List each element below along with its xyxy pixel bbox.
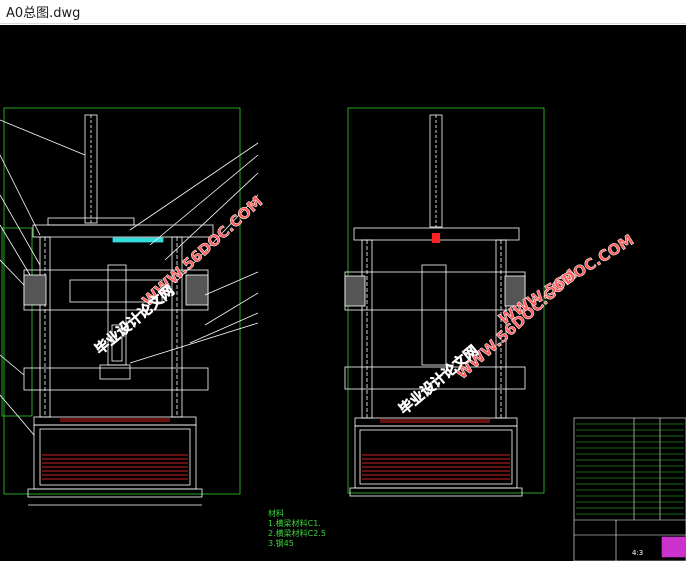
title-block (573, 417, 686, 561)
right-hatch (362, 419, 510, 480)
left-view (0, 107, 259, 506)
title-bar: A0总图.dwg (0, 0, 686, 24)
note-item-1: 1.横梁材料C1. (268, 519, 321, 528)
note-item-2: 2.横梁材料C2.5 (268, 529, 326, 538)
scale-label: 4:3 (632, 549, 643, 557)
window-title: A0总图.dwg (6, 6, 81, 21)
watermark-cn-left: 毕业设计论文网 (92, 282, 178, 358)
drawing-canvas[interactable]: 4:3 WWW.56DOC.COM 毕业设计论文网 WWW.56DOC.COM … (0, 25, 686, 561)
watermark-cn-right: 毕业设计论文网 (396, 342, 482, 418)
title-block-rows (576, 423, 684, 515)
left-hatch (42, 418, 188, 480)
note-item-3: 3.钢45 (268, 539, 294, 548)
right-rod-marker (432, 233, 440, 243)
notes-heading: 材料 (268, 509, 284, 518)
material-notes: 材料 1.横梁材料C1. 2.横梁材料C2.5 3.钢45 (268, 509, 326, 549)
cad-drawing: 4:3 WWW.56DOC.COM 毕业设计论文网 WWW.56DOC.COM … (0, 107, 686, 561)
